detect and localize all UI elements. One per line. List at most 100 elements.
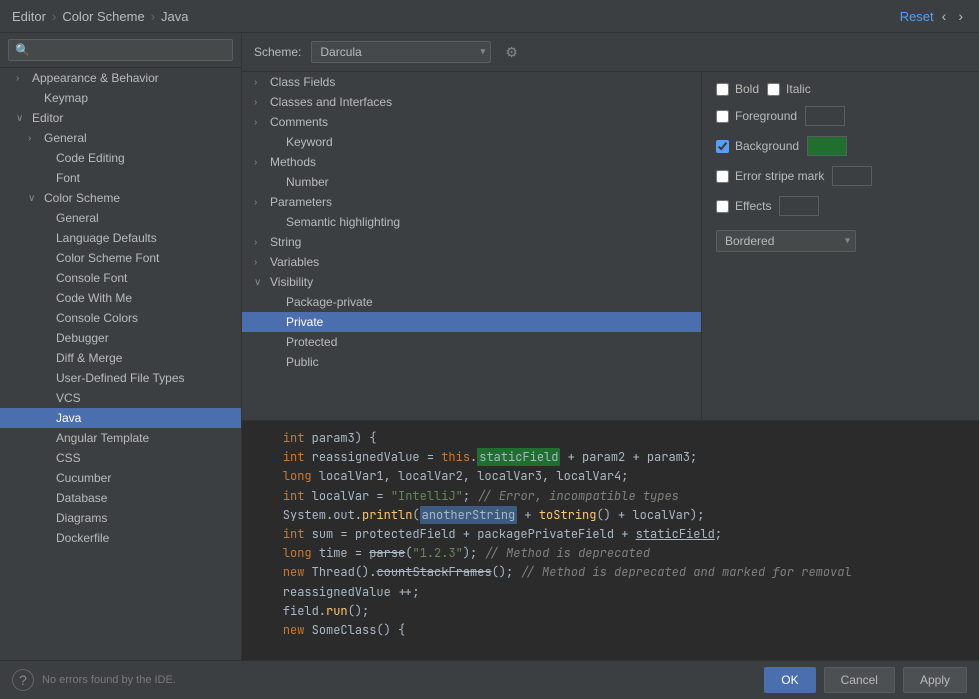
code-line: new SomeClass() { <box>254 621 967 640</box>
bold-label: Bold <box>735 82 759 96</box>
sidebar-item-database[interactable]: Database <box>0 488 241 508</box>
sidebar-item-console-font[interactable]: Console Font <box>0 268 241 288</box>
sidebar-item-java[interactable]: Java <box>0 408 241 428</box>
sidebar-item-dockerfile[interactable]: Dockerfile <box>0 528 241 548</box>
arrow-icon: › <box>254 197 266 208</box>
sidebar-item-code-with-me[interactable]: Code With Me <box>0 288 241 308</box>
sidebar-item-code-editing[interactable]: Code Editing <box>0 148 241 168</box>
sidebar-item-angular[interactable]: Angular Template <box>0 428 241 448</box>
mtree-item-methods[interactable]: › Methods <box>242 152 701 172</box>
sidebar-item-user-defined[interactable]: User-Defined File Types <box>0 368 241 388</box>
effects-color-swatch[interactable] <box>779 196 819 216</box>
help-button[interactable]: ? <box>12 669 34 691</box>
breadcrumb-colorscheme: Color Scheme <box>62 9 144 24</box>
error-stripe-row: Error stripe mark <box>716 166 965 186</box>
foreground-color-swatch[interactable] <box>805 106 845 126</box>
breadcrumb: Editor › Color Scheme › Java <box>12 9 189 24</box>
sidebar-item-css[interactable]: CSS <box>0 448 241 468</box>
ok-button[interactable]: OK <box>764 667 815 693</box>
mtree-item-variables[interactable]: › Variables <box>242 252 701 272</box>
effects-type-select[interactable]: Bordered Underscored Dotted line Bold un… <box>716 230 856 252</box>
code-line: new Thread().countStackFrames(); // Meth… <box>254 563 967 582</box>
italic-label: Italic <box>786 82 811 96</box>
code-preview: int param3) { int reassignedValue = this… <box>242 420 979 660</box>
gear-button[interactable]: ⚙ <box>501 42 522 63</box>
effects-label: Effects <box>735 199 771 213</box>
mtree-item-class-fields[interactable]: › Class Fields <box>242 72 701 92</box>
background-checkbox[interactable] <box>716 140 729 153</box>
split-area: › Class Fields › Classes and Interfaces … <box>242 72 979 420</box>
arrow-icon: › <box>254 257 266 268</box>
background-label: Background <box>735 139 799 153</box>
sidebar-item-color-scheme[interactable]: ∨ Color Scheme <box>0 188 241 208</box>
bold-checkbox[interactable] <box>716 83 729 96</box>
sidebar-item-appearance-behavior[interactable]: › Appearance & Behavior <box>0 68 241 88</box>
mtree-item-classes-interfaces[interactable]: › Classes and Interfaces <box>242 92 701 112</box>
sidebar-item-editor[interactable]: ∨ Editor <box>0 108 241 128</box>
dialog-body: › Appearance & Behavior Keymap ∨ Editor … <box>0 33 979 660</box>
sidebar-item-diff-merge[interactable]: Diff & Merge <box>0 348 241 368</box>
breadcrumb-sep2: › <box>151 9 155 24</box>
mtree-item-string[interactable]: › String <box>242 232 701 252</box>
sidebar-item-cs-font[interactable]: Color Scheme Font <box>0 248 241 268</box>
mtree-item-keyword[interactable]: Keyword <box>242 132 701 152</box>
scheme-select[interactable]: Darcula Default High Contrast <box>311 41 491 63</box>
reset-button[interactable]: Reset <box>900 9 934 24</box>
sidebar-item-debugger[interactable]: Debugger <box>0 328 241 348</box>
mtree-item-private[interactable]: Private <box>242 312 701 332</box>
effects-checkbox[interactable] <box>716 200 729 213</box>
arrow-icon: › <box>16 73 28 84</box>
cancel-button[interactable]: Cancel <box>824 667 895 693</box>
mtree-item-parameters[interactable]: › Parameters <box>242 192 701 212</box>
mtree-item-comments[interactable]: › Comments <box>242 112 701 132</box>
breadcrumb-editor: Editor <box>12 9 46 24</box>
sidebar-item-cucumber[interactable]: Cucumber <box>0 468 241 488</box>
foreground-label: Foreground <box>735 109 797 123</box>
scheme-bar: Scheme: Darcula Default High Contrast ⚙ <box>242 33 979 72</box>
sidebar-item-general[interactable]: › General <box>0 128 241 148</box>
search-input[interactable] <box>8 39 233 61</box>
code-line: long time = parse("1.2.3"); // Method is… <box>254 544 967 563</box>
foreground-checkbox[interactable] <box>716 110 729 123</box>
sidebar-item-language-defaults[interactable]: Language Defaults <box>0 228 241 248</box>
background-checkbox-group: Background <box>716 139 799 153</box>
error-stripe-color-swatch[interactable] <box>832 166 872 186</box>
apply-button[interactable]: Apply <box>903 667 967 693</box>
bottom-bar: ? No errors found by the IDE. OK Cancel … <box>0 660 979 699</box>
nav-forward-button[interactable]: › <box>954 6 967 26</box>
mtree-item-visibility[interactable]: ∨ Visibility <box>242 272 701 292</box>
code-line: int sum = protectedField + packagePrivat… <box>254 525 967 544</box>
code-line: int param3) { <box>254 429 967 448</box>
error-stripe-checkbox[interactable] <box>716 170 729 183</box>
sidebar-item-vcs[interactable]: VCS <box>0 388 241 408</box>
sidebar-item-diagrams[interactable]: Diagrams <box>0 508 241 528</box>
effects-type-wrapper: Bordered Underscored Dotted line Bold un… <box>716 230 856 252</box>
foreground-checkbox-group: Foreground <box>716 109 797 123</box>
mtree-item-protected[interactable]: Protected <box>242 332 701 352</box>
foreground-row: Foreground <box>716 106 965 126</box>
arrow-icon: › <box>254 77 266 88</box>
arrow-icon: › <box>254 157 266 168</box>
error-stripe-checkbox-group: Error stripe mark <box>716 169 824 183</box>
error-stripe-label: Error stripe mark <box>735 169 824 183</box>
search-box <box>0 33 241 68</box>
main-content: Scheme: Darcula Default High Contrast ⚙ … <box>242 33 979 660</box>
effects-row: Effects <box>716 196 965 216</box>
italic-checkbox[interactable] <box>767 83 780 96</box>
effects-checkbox-group: Effects <box>716 199 771 213</box>
sidebar-item-console-colors[interactable]: Console Colors <box>0 308 241 328</box>
sidebar-item-font[interactable]: Font <box>0 168 241 188</box>
sidebar-item-cs-general[interactable]: General <box>0 208 241 228</box>
mtree-item-number[interactable]: Number <box>242 172 701 192</box>
props-panel: Bold Italic Foreground <box>702 72 979 420</box>
mtree-item-public[interactable]: Public <box>242 352 701 372</box>
sidebar-item-keymap[interactable]: Keymap <box>0 88 241 108</box>
nav-back-button[interactable]: ‹ <box>938 6 951 26</box>
arrow-icon: ∨ <box>28 193 40 204</box>
background-color-swatch[interactable] <box>807 136 847 156</box>
code-line: reassignedValue ++; <box>254 583 967 602</box>
arrow-icon: › <box>254 237 266 248</box>
mtree-item-semantic-highlighting[interactable]: Semantic highlighting <box>242 212 701 232</box>
settings-dialog: Editor › Color Scheme › Java Reset ‹ › ›… <box>0 0 979 699</box>
mtree-item-package-private[interactable]: Package-private <box>242 292 701 312</box>
